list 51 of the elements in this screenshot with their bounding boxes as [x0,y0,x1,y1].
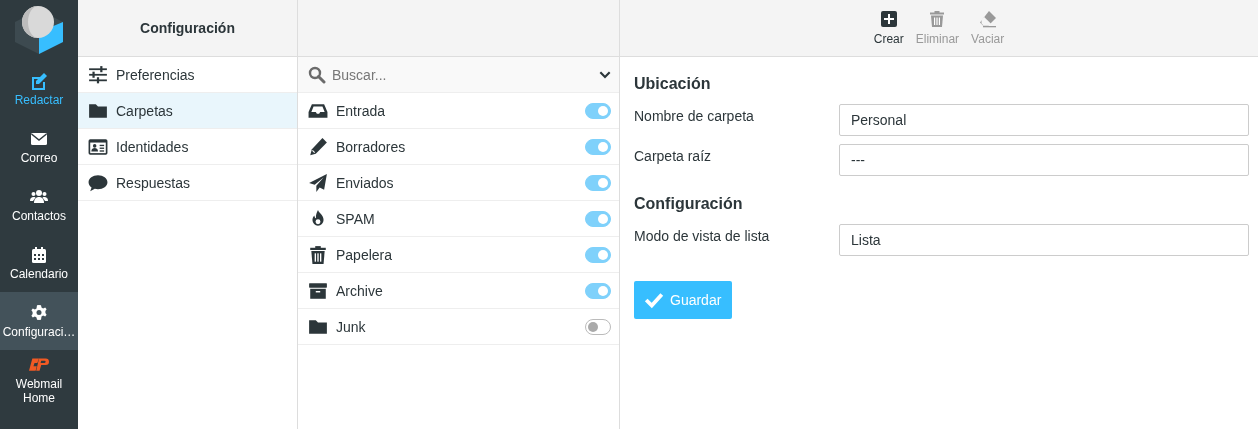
section-title: Ubicación [634,75,712,93]
nav-item[interactable]: Correo [0,118,78,176]
id-card-icon [88,136,108,157]
toggle-switch[interactable] [585,282,611,299]
folder-item[interactable]: SPAM [298,201,619,237]
panel-title: Configuración [140,20,235,36]
folder-item[interactable]: Borradores [298,129,619,165]
settings-item[interactable]: Respuestas [78,165,297,201]
nav-item[interactable]: Webmail Home [0,350,78,408]
sliders-icon [88,64,108,85]
nav-item[interactable]: Contactos [0,176,78,234]
field-label: Nombre de carpeta [634,107,755,124]
field-label: Modo de vista de lista [634,227,771,244]
speech-bubble-icon [88,172,108,193]
nav-item[interactable]: Redactar [0,60,78,118]
toggle-switch[interactable] [585,318,611,335]
settings-icon [30,303,48,322]
input-field[interactable]: Personal [839,104,1249,136]
trash-icon [308,244,328,265]
folder-item[interactable]: Archive [298,273,619,309]
folder-item[interactable]: Junk [298,309,619,345]
toggle-switch[interactable] [585,246,611,263]
toggle-switch[interactable] [585,174,611,191]
folder-item[interactable]: Papelera [298,237,619,273]
nav-item[interactable]: Configuraci… [0,292,78,350]
input-field[interactable]: Lista [839,224,1249,256]
toggle-switch[interactable] [585,138,611,155]
search-input[interactable]: Buscar... [332,66,593,83]
paper-plane-icon [308,172,328,193]
trash-icon [928,10,947,28]
pencil-icon [308,136,328,157]
toggle-switch[interactable] [585,102,611,119]
settings-item[interactable]: Identidades [78,129,297,165]
eraser-icon [978,10,997,28]
nav-item[interactable]: Calendario [0,234,78,292]
people-icon [30,187,48,206]
toolbar-button[interactable]: Crear [871,6,906,50]
section-title: Configuración [634,195,744,213]
calendar-icon [30,245,48,264]
edit-icon [30,71,48,90]
field-label: Carpeta raíz [634,147,713,164]
folder-item[interactable]: Entrada [298,93,619,129]
search-field[interactable]: Buscar... [298,57,619,93]
plus-icon [879,10,898,28]
check-icon [644,290,664,310]
input-field[interactable]: --- [839,144,1249,176]
toggle-switch[interactable] [585,210,611,227]
settings-item[interactable]: Carpetas [78,93,297,129]
archive-box-icon [308,280,328,301]
search-icon [308,65,326,84]
folder-item[interactable]: Enviados [298,165,619,201]
